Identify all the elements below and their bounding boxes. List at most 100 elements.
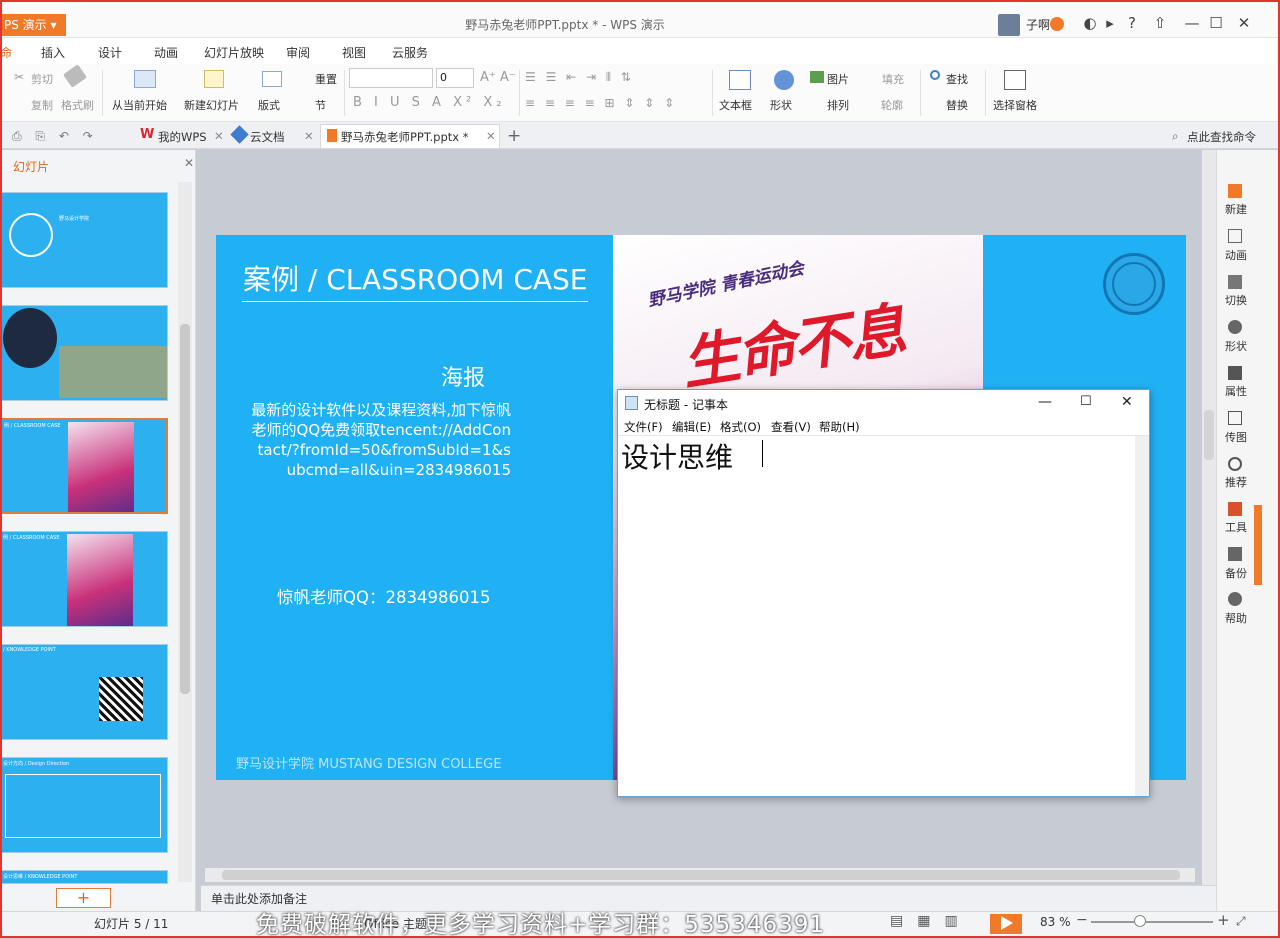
tab-close-icon[interactable]: ✕	[304, 129, 314, 143]
vip-icon[interactable]	[1050, 17, 1064, 31]
notepad-menu-format[interactable]: 格式(O)	[720, 419, 761, 435]
college-emblem-inner	[1112, 262, 1156, 306]
zoom-in-button[interactable]: +	[1217, 911, 1230, 929]
zoom-out-button[interactable]: −	[1076, 912, 1088, 928]
close-button[interactable]: ✕	[1232, 12, 1256, 34]
slide-panel-scroll-thumb[interactable]	[180, 324, 190, 694]
view-buttons[interactable]: ▤▦▥	[890, 913, 972, 929]
zoom-slider-handle[interactable]	[1134, 915, 1146, 927]
notepad-menu-file[interactable]: 文件(F)	[624, 419, 663, 435]
slide-thumbnail[interactable]	[0, 305, 168, 401]
slide-thumbnail-selected[interactable]: 例 / CLASSROOM CASE	[0, 418, 168, 514]
fit-window-icon[interactable]: ⤢	[1236, 914, 1246, 929]
fill-button[interactable]: 填充	[882, 71, 904, 87]
slide-thumbnail[interactable]: 设计方向 / Design Direction	[0, 757, 168, 853]
text-style-buttons[interactable]: B I U S A X² X₂	[353, 95, 505, 110]
tab-animation[interactable]: 动画	[154, 44, 178, 61]
maximize-button[interactable]: ☐	[1204, 12, 1228, 34]
tool-shape[interactable]: 形状	[1218, 338, 1254, 354]
slide-subtitle[interactable]: 海报	[441, 360, 485, 392]
quick-access-icons[interactable]: ⎙ ⎘ ↶ ↷	[12, 129, 98, 144]
tab-design[interactable]: 设计	[98, 44, 122, 61]
tool-help[interactable]: 帮助	[1218, 610, 1254, 626]
slide-thumbnail[interactable]: 设计思维 / KNOWLEDGE POINT	[0, 870, 168, 884]
slide-title[interactable]: 案例 / CLASSROOM CASE	[243, 258, 588, 298]
tool-backup[interactable]: 备份	[1218, 565, 1254, 581]
panel-collapse-handle[interactable]	[1254, 505, 1262, 585]
notepad-menu-edit[interactable]: 编辑(E)	[672, 419, 711, 435]
user-name[interactable]: 子啊	[1026, 16, 1050, 33]
share-icon[interactable]: ▸	[1098, 12, 1122, 34]
arrange-button[interactable]: 排列	[827, 97, 849, 113]
tool-new[interactable]: 新建	[1218, 201, 1254, 217]
find-button[interactable]: 查找	[946, 71, 968, 87]
recommend-icon	[1228, 457, 1242, 471]
tool-tools[interactable]: 工具	[1218, 519, 1254, 535]
tab-start[interactable]: 命	[0, 44, 12, 61]
find-command-link[interactable]: 点此查找命令	[1187, 129, 1256, 145]
shape-button[interactable]: 形状	[770, 97, 792, 113]
select-pane-button[interactable]: 选择窗格	[993, 97, 1037, 113]
reset-button[interactable]: 重置	[315, 71, 337, 87]
notepad-maximize-button[interactable]: ☐	[1080, 394, 1092, 409]
tab-view[interactable]: 视图	[342, 44, 366, 61]
replace-button[interactable]: 替换	[946, 97, 968, 113]
add-slide-button[interactable]: +	[56, 888, 111, 908]
canvas-vertical-scrollbar[interactable]	[1202, 150, 1216, 885]
slide-qq-text[interactable]: 惊帆老师QQ：2834986015	[277, 584, 490, 608]
slide-body-text[interactable]: 最新的设计软件以及课程资料,加下惊帆老师的QQ免费领取tencent://Add…	[250, 400, 511, 480]
help-icon[interactable]: ?	[1120, 12, 1144, 34]
avatar[interactable]	[998, 14, 1020, 36]
font-grow-icon[interactable]: A⁺ A⁻	[480, 70, 516, 85]
notepad-scrollbar[interactable]	[1135, 436, 1149, 796]
slide-thumbnail-logo	[9, 213, 53, 257]
paragraph-buttons[interactable]: ☰ ☰ ⇤ ⇥ ⫴ ⇅	[525, 70, 634, 85]
align-buttons[interactable]: ≡ ≡ ≡ ≡ ⊞ ⇕ ⇕ ⇕	[525, 96, 677, 110]
tool-upload-image[interactable]: 传图	[1218, 429, 1254, 445]
find-icon	[930, 70, 940, 80]
section-button[interactable]: 节	[315, 97, 326, 113]
tab-close-icon[interactable]: ✕	[214, 129, 224, 143]
cut-button[interactable]: 剪切	[31, 71, 53, 87]
restore-ribbon-icon[interactable]: ⇧	[1148, 12, 1172, 34]
slide-thumbnail[interactable]: 野马设计学院	[0, 192, 168, 288]
backup-icon	[1228, 547, 1242, 561]
font-name-select[interactable]	[349, 68, 433, 88]
tab-cloud[interactable]: 云服务	[392, 44, 428, 61]
copy-button[interactable]: 复制	[31, 97, 53, 113]
slide-thumbnail[interactable]: / KNOWLEDGE POINT	[0, 644, 168, 740]
zoom-slider[interactable]	[1091, 921, 1213, 923]
notepad-text-area[interactable]: 设计思维	[621, 436, 733, 476]
tab-my-wps[interactable]: 我的WPS	[158, 129, 207, 145]
text-box-button[interactable]: 文本框	[719, 97, 752, 113]
slide-thumbnail[interactable]: 例 / CLASSROOM CASE	[0, 531, 168, 627]
new-tab-button[interactable]: +	[507, 126, 521, 146]
canvas-hscroll-thumb[interactable]	[222, 870, 1180, 880]
font-size-select[interactable]: 0	[436, 68, 474, 88]
outline-button[interactable]: 轮廓	[881, 97, 903, 113]
picture-button[interactable]: 图片	[827, 71, 849, 87]
canvas-scroll-thumb[interactable]	[1204, 410, 1214, 460]
tab-review[interactable]: 审阅	[286, 44, 310, 61]
tab-cloud-docs[interactable]: 云文档	[250, 129, 285, 145]
slide-panel-close-icon[interactable]: ✕	[184, 156, 194, 170]
tab-close-icon[interactable]: ✕	[486, 129, 496, 143]
tool-recommend[interactable]: 推荐	[1218, 474, 1254, 490]
notepad-title: 无标题 - 记事本	[644, 398, 728, 412]
notepad-menu-help[interactable]: 帮助(H)	[819, 419, 860, 435]
tab-active-file-label[interactable]: 野马赤兔老师PPT.pptx *	[341, 129, 469, 145]
notepad-menu-view[interactable]: 查看(V)	[771, 419, 811, 435]
minimize-button[interactable]: —	[1180, 12, 1204, 34]
new-slide-button[interactable]: 新建幻灯片	[184, 97, 239, 113]
format-painter-button[interactable]: 格式刷	[61, 97, 94, 113]
play-from-current-button[interactable]: 从当前开始	[112, 97, 167, 113]
notepad-close-button[interactable]: ✕	[1121, 394, 1133, 410]
zoom-level[interactable]: 83 %	[1040, 915, 1071, 929]
tool-properties[interactable]: 属性	[1218, 383, 1254, 399]
tool-transition[interactable]: 切换	[1218, 292, 1254, 308]
tool-animation[interactable]: 动画	[1218, 247, 1254, 263]
layout-button[interactable]: 版式	[258, 97, 280, 113]
tab-insert[interactable]: 插入	[41, 44, 65, 61]
notepad-minimize-button[interactable]: —	[1038, 394, 1052, 410]
tab-slideshow[interactable]: 幻灯片放映	[204, 44, 264, 61]
